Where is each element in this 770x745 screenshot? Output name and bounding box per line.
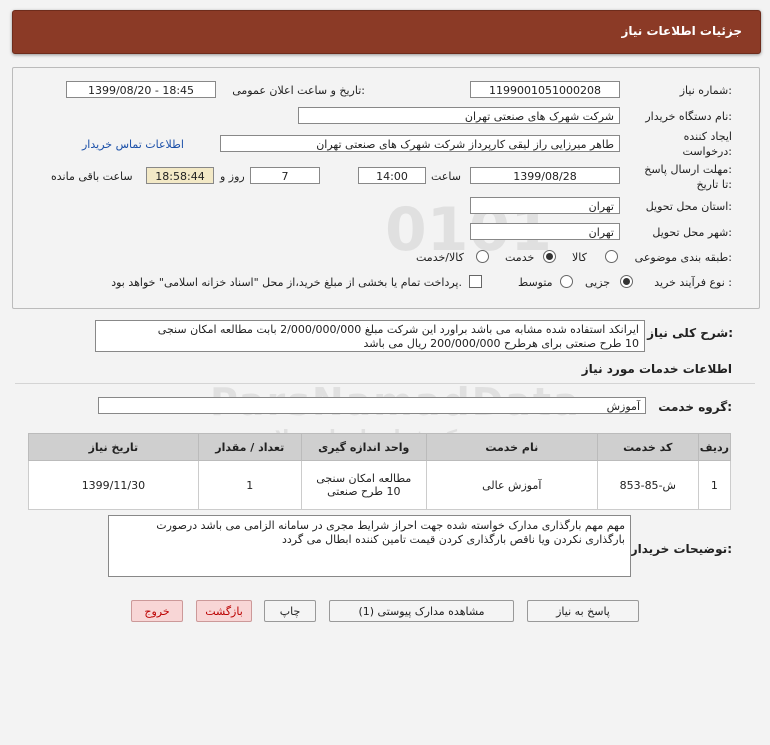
buyer-notes-label: توضیحات خریدار: bbox=[630, 542, 732, 556]
category-goods-label: کالا bbox=[572, 251, 587, 264]
reply-button[interactable]: پاسخ به نیاز bbox=[527, 600, 639, 622]
announce-field: 1399/08/20 - 18:45 bbox=[66, 81, 216, 98]
process-medium-label: متوسط bbox=[518, 276, 553, 289]
process-minor-label: جزیی bbox=[585, 276, 611, 289]
cell-row-number: 1 bbox=[697, 460, 732, 510]
province-label: استان محل تحویل: bbox=[645, 200, 732, 213]
need-number-label: شماره نیاز: bbox=[679, 84, 732, 97]
section-divider bbox=[15, 383, 755, 384]
cell-need-date: 1399/11/30 bbox=[28, 460, 199, 510]
remaining-time-label: ساعت باقی مانده bbox=[51, 170, 133, 183]
service-group-field: آموزش bbox=[98, 397, 646, 414]
services-section-title: اطلاعات خدمات مورد نیاز bbox=[581, 362, 732, 376]
cell-unit: مطالعه امکان سنجی 10 طرح صنعتی bbox=[300, 460, 427, 510]
category-service-radio[interactable] bbox=[543, 250, 556, 263]
page-title: جزئیات اطلاعات نیاز bbox=[621, 24, 742, 38]
cell-service-name: آموزش عالی bbox=[425, 460, 598, 510]
description-line-2: 10 طرح صنعتی برای هرطرح 200/000/000 ریال… bbox=[363, 337, 639, 350]
creator-label-1: ایجاد کننده bbox=[683, 130, 732, 143]
table-header-row: ردیف کد خدمت نام خدمت واحد اندازه گیری ت… bbox=[28, 433, 732, 461]
deadline-time-field: 14:00 bbox=[358, 167, 426, 184]
province-field: تهران bbox=[470, 197, 620, 214]
col-header-service-code: کد خدمت bbox=[596, 433, 699, 461]
attachments-button[interactable]: مشاهده مدارک پیوستی (1) bbox=[329, 600, 514, 622]
purchase-type-label: نوع فرآیند خرید : bbox=[654, 276, 732, 289]
process-minor-radio[interactable] bbox=[620, 275, 633, 288]
description-box: ایرانکد استفاده شده مشابه می باشد براورد… bbox=[95, 320, 645, 352]
description-line-1: ایرانکد استفاده شده مشابه می باشد براورد… bbox=[157, 323, 639, 336]
buyer-contact-link[interactable]: اطلاعات تماس خریدار bbox=[82, 138, 184, 151]
description-label: شرح کلی نیاز: bbox=[647, 326, 733, 340]
buyer-label: نام دستگاه خریدار: bbox=[645, 110, 732, 123]
services-table: ردیف کد خدمت نام خدمت واحد اندازه گیری ت… bbox=[28, 433, 732, 510]
treasury-payment-note: پرداخت تمام یا بخشی از مبلغ خرید،از محل … bbox=[111, 276, 462, 289]
creator-field: طاهر میرزایی راز لیقی کارپرداز شرکت شهرک… bbox=[220, 135, 620, 152]
table-row: 1 ش-85-853 آموزش عالی مطالعه امکان سنجی … bbox=[28, 460, 732, 510]
details-panel bbox=[12, 67, 760, 309]
deadline-label-2: تا تاریخ: bbox=[696, 178, 732, 191]
need-number-field: 1199001051000208 bbox=[470, 81, 620, 98]
days-label: روز و bbox=[220, 170, 245, 183]
col-header-need-date: تاریخ نیاز bbox=[28, 433, 199, 461]
buyer-notes-box: مهم مهم بارگذاری مدارک خواسته شده جهت اح… bbox=[108, 515, 631, 577]
days-remaining-field: 7 bbox=[250, 167, 320, 184]
city-label: شهر محل تحویل: bbox=[652, 226, 732, 239]
deadline-date-field: 1399/08/28 bbox=[470, 167, 620, 184]
process-medium-radio[interactable] bbox=[560, 275, 573, 288]
category-goods-service-label: کالا/خدمت bbox=[416, 251, 464, 264]
cell-service-code: ش-85-853 bbox=[596, 460, 699, 510]
category-service-label: خدمت bbox=[505, 251, 535, 264]
col-header-unit: واحد اندازه گیری bbox=[300, 433, 427, 461]
col-header-service-name: نام خدمت bbox=[425, 433, 598, 461]
creator-label-2: درخواست: bbox=[682, 145, 733, 158]
page-header: جزئیات اطلاعات نیاز bbox=[12, 10, 761, 54]
remaining-time-field: 18:58:44 bbox=[146, 167, 214, 184]
category-goods-service-radio[interactable] bbox=[476, 250, 489, 263]
service-group-label: گروه خدمت: bbox=[658, 400, 732, 414]
announce-label: تاریخ و ساعت اعلان عمومی: bbox=[232, 84, 365, 97]
deadline-label-1: مهلت ارسال پاسخ: bbox=[644, 163, 732, 176]
treasury-payment-checkbox[interactable] bbox=[469, 275, 482, 288]
category-goods-radio[interactable] bbox=[605, 250, 618, 263]
buyer-field: شرکت شهرک های صنعتی تهران bbox=[298, 107, 620, 124]
cell-quantity: 1 bbox=[197, 460, 302, 510]
print-button[interactable]: چاپ bbox=[264, 600, 316, 622]
category-label: طبقه بندی موضوعی: bbox=[634, 251, 732, 264]
col-header-quantity: تعداد / مقدار bbox=[197, 433, 302, 461]
city-field: تهران bbox=[470, 223, 620, 240]
exit-button[interactable]: خروج bbox=[131, 600, 183, 622]
back-button[interactable]: بازگشت bbox=[196, 600, 252, 622]
col-header-row-number: ردیف bbox=[697, 433, 732, 461]
deadline-time-label: ساعت bbox=[431, 170, 461, 183]
